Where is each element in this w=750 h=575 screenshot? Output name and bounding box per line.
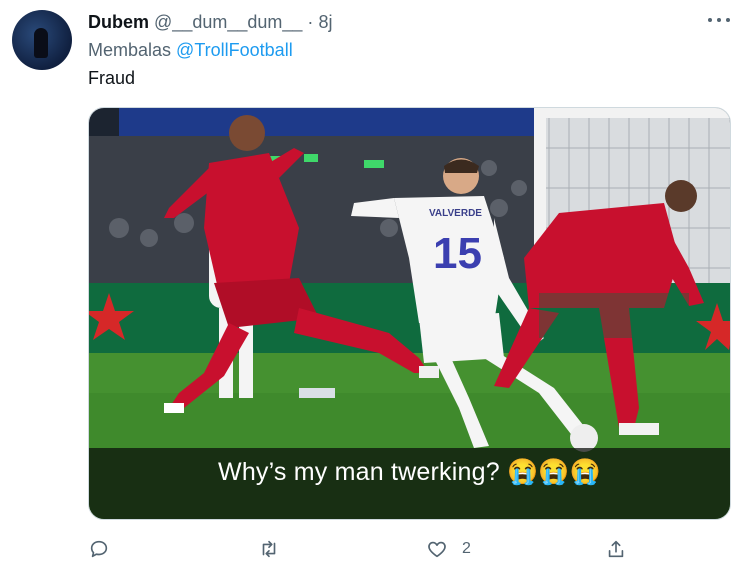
share-icon [608, 540, 624, 558]
tweet-media[interactable]: VALVERDE 15 Why’s my man twerking? 😭😭😭 [88, 107, 731, 520]
avatar-figure [34, 28, 48, 58]
author-handle[interactable]: @__dum__dum__ [154, 12, 302, 32]
tweet[interactable]: Dubem @__dum__dum__ · 8j Membalas @Troll… [0, 0, 750, 575]
author-name[interactable]: Dubem [88, 12, 149, 32]
tweet-actions: 2 [88, 535, 648, 565]
avatar[interactable] [12, 10, 72, 70]
reply-icon [90, 540, 108, 558]
tweet-header: Dubem @__dum__dum__ · 8j [88, 12, 332, 33]
reply-button[interactable] [88, 535, 110, 563]
retweet-button[interactable] [258, 535, 280, 563]
more-options-icon[interactable] [706, 10, 732, 30]
reply-prefix: Membalas [88, 40, 172, 60]
heart-icon [428, 541, 446, 558]
separator-dot: · [307, 12, 314, 32]
like-count: 2 [462, 540, 471, 557]
share-button[interactable] [605, 535, 627, 563]
jersey-number: 15 [433, 229, 482, 278]
tweet-text: Fraud [88, 68, 136, 88]
like-button[interactable]: 2 [426, 535, 471, 563]
retweet-icon [262, 540, 276, 558]
jersey-name: VALVERDE [429, 208, 482, 219]
media-caption: Why’s my man twerking? 😭😭😭 [218, 458, 601, 486]
timestamp[interactable]: 8j [318, 12, 332, 32]
reply-mention-link[interactable]: @TrollFootball [176, 40, 293, 60]
replying-to: Membalas @TrollFootball [88, 40, 293, 61]
